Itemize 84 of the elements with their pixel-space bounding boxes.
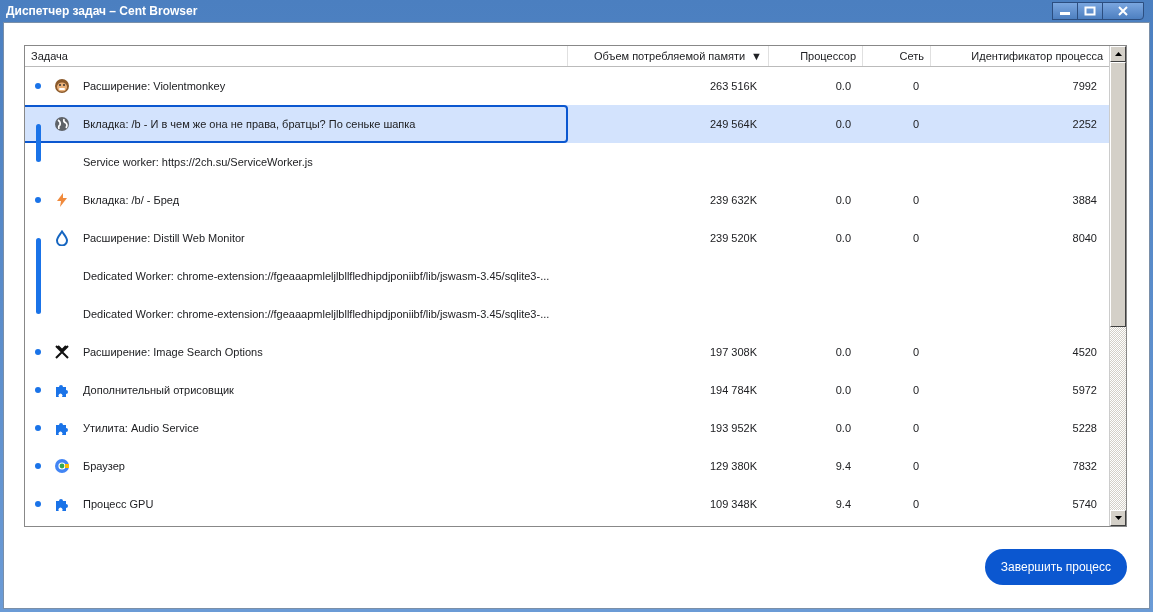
up-arrow-icon (1114, 52, 1122, 56)
cpu-cell: 0.0 (835, 118, 851, 130)
process-dot (35, 501, 41, 507)
cross-icon (54, 344, 70, 360)
selected-row[interactable]: Вкладка: /b - И в чем же она не права, братцы? По сеньке шапка 249 564K 0.0 0 2252 (25, 105, 1109, 143)
monkey-icon (54, 78, 70, 94)
pid-cell: 3884 (1072, 194, 1097, 206)
globe-icon (54, 116, 70, 132)
memory-cell: 239 632K (709, 194, 757, 206)
close-button[interactable] (1102, 2, 1144, 20)
task-name: Вкладка: /b/ - Бред (83, 194, 180, 206)
network-cell: 0 (912, 80, 919, 92)
pid-cell: 7832 (1072, 460, 1097, 472)
scrollbar[interactable] (1109, 46, 1126, 526)
pid-cell: 8040 (1072, 232, 1097, 244)
pid-cell: 5972 (1072, 384, 1097, 396)
maximize-icon (1084, 6, 1096, 16)
down-arrow-icon (1114, 516, 1122, 520)
memory-cell: 249 564K (709, 118, 757, 130)
puzzle-icon (54, 420, 70, 436)
column-header[interactable]: Идентификатор процесса (931, 46, 1109, 66)
process-dot (35, 425, 41, 431)
memory-cell: 194 784K (709, 384, 757, 396)
network-cell: 0 (912, 498, 919, 510)
scroll-down-button[interactable] (1110, 510, 1126, 526)
lightning-icon (54, 192, 70, 208)
pid-cell: 5740 (1072, 498, 1097, 510)
process-dot (35, 197, 41, 203)
task-name: Дополнительный отрисовщик (83, 384, 234, 396)
pid-cell: 5228 (1072, 422, 1097, 434)
process-dot (35, 463, 41, 469)
end-process-button[interactable]: Завершить процесс (984, 548, 1127, 585)
cpu-cell: 9.4 (835, 460, 851, 472)
task-name: Расширение: Violentmonkey (83, 80, 226, 92)
task-name: Dedicated Worker: chrome-extension://fgeaaapmleljlbllfledhipdjponiibf/lib/jswasm-3.45/sqlite3-... (83, 270, 550, 282)
puzzle-icon (54, 382, 70, 398)
pid-cell: 2252 (1072, 118, 1097, 130)
cpu-cell: 0.0 (835, 422, 851, 434)
task-name: Утилита: Audio Service (83, 422, 199, 434)
process-dot (35, 349, 41, 355)
memory-cell: 129 380K (709, 460, 757, 472)
task-name: Процесс GPU (83, 498, 154, 510)
cpu-cell: 0.0 (835, 80, 851, 92)
window-title: Диспетчер задач – Cent Browser (5, 4, 198, 18)
puzzle-icon (54, 496, 70, 512)
column-header[interactable]: Задача (25, 46, 568, 66)
network-cell: 0 (912, 346, 919, 358)
scroll-thumb[interactable] (1110, 62, 1126, 327)
task-name: Браузер (83, 460, 125, 472)
close-icon (1117, 6, 1129, 16)
minimize-button[interactable] (1052, 2, 1078, 20)
task-name: Dedicated Worker: chrome-extension://fgeaaapmleljlbllfledhipdjponiibf/lib/jswasm-3.45/sqlite3-... (83, 308, 550, 320)
drop-icon (54, 230, 70, 246)
process-dot (35, 387, 41, 393)
cpu-cell: 0.0 (835, 194, 851, 206)
memory-cell: 193 952K (709, 422, 757, 434)
browser-logo-icon (54, 458, 70, 474)
network-cell: 0 (912, 232, 919, 244)
network-cell: 0 (912, 118, 919, 130)
scroll-up-button[interactable] (1110, 46, 1126, 62)
task-name: Расширение: Distill Web Monitor (83, 232, 245, 244)
memory-cell: 239 520K (709, 232, 757, 244)
task-name: Вкладка: /b - И в чем же она не права, братцы? По сеньке шапка (83, 118, 416, 130)
process-dot (35, 83, 41, 89)
cpu-cell: 0.0 (835, 384, 851, 396)
task-name: Расширение: Image Search Options (83, 346, 263, 358)
memory-cell: 197 308K (709, 346, 757, 358)
cpu-cell: 9.4 (835, 498, 851, 510)
column-header[interactable]: Сеть (863, 46, 931, 66)
cpu-cell: 0.0 (835, 232, 851, 244)
memory-cell: 109 348K (709, 498, 757, 510)
memory-cell: 263 516K (709, 80, 757, 92)
process-group-bar (35, 124, 41, 162)
cpu-cell: 0.0 (835, 346, 851, 358)
column-header[interactable]: Процессор (769, 46, 863, 66)
network-cell: 0 (912, 460, 919, 472)
pid-cell: 7992 (1072, 80, 1097, 92)
network-cell: 0 (912, 384, 919, 396)
column-header[interactable]: Объем потребляемой памяти ▼ (568, 46, 769, 66)
network-cell: 0 (912, 194, 919, 206)
task-name: Service worker: https://2ch.su/ServiceWorker.js (83, 156, 313, 168)
network-cell: 0 (912, 422, 919, 434)
maximize-button[interactable] (1077, 2, 1103, 20)
pid-cell: 4520 (1072, 346, 1097, 358)
